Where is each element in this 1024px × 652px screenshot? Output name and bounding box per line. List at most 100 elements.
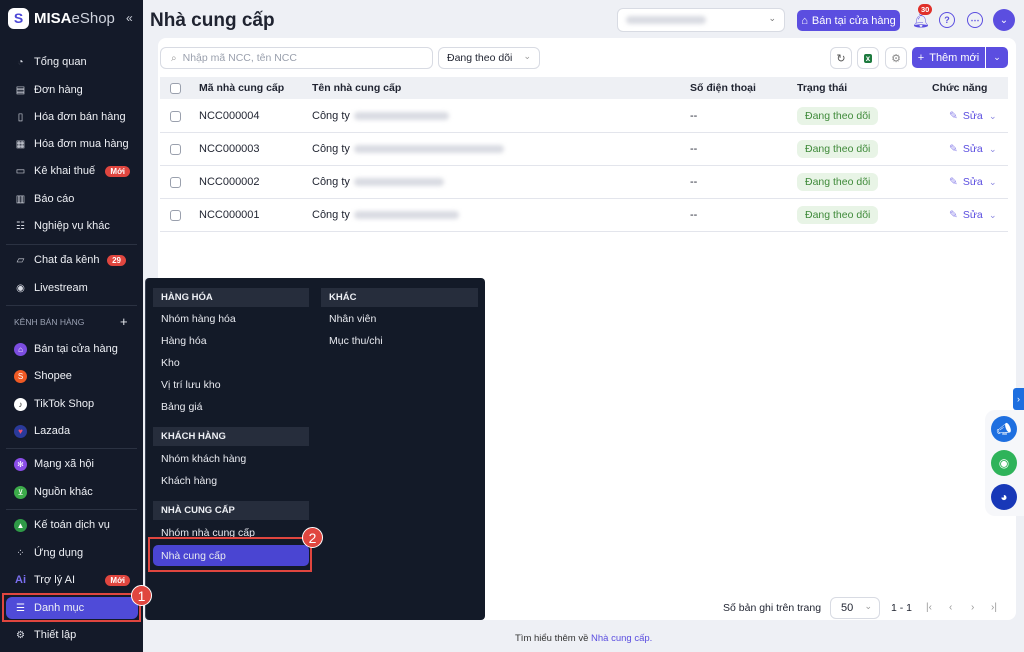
megaphone-icon[interactable]: 📣︎	[991, 416, 1017, 442]
select-all-checkbox[interactable]	[170, 77, 181, 99]
gear-icon: ⚙	[16, 629, 25, 641]
more-icon[interactable]: ⋯	[967, 12, 983, 28]
sidebar-item-lazada[interactable]: ♥ Lazada	[6, 420, 138, 442]
pencil-icon: ✎	[949, 143, 958, 155]
row-actions-dropdown[interactable]: ⌄	[989, 199, 997, 231]
menu-section-goods: HÀNG HÓA	[153, 288, 309, 307]
logo[interactable]: S MISAeShop	[8, 8, 115, 29]
page-range: 1 - 1	[891, 602, 913, 614]
menu-item-employees[interactable]: Nhân viên	[321, 309, 376, 329]
learn-more-link[interactable]: Nhà cung cấp.	[591, 633, 652, 644]
assistant-bot-icon[interactable]: ◕	[991, 484, 1017, 510]
collapse-sidebar-button[interactable]: «	[126, 11, 133, 25]
column-header-phone[interactable]: Số điện thoại	[690, 77, 756, 99]
new-badge: Mới	[105, 574, 130, 586]
ai-icon: Ai	[15, 574, 26, 586]
table-row[interactable]: NCC000002 Công ty -- Đang theo dõi ✎ Sửa …	[160, 166, 1008, 199]
status-filter-select[interactable]: Đang theo dõi ⌄	[438, 47, 540, 69]
account-menu-button[interactable]: ⌄	[993, 9, 1015, 31]
sidebar-item-nghiep-vu-khac[interactable]: ☷ Nghiệp vụ khác	[6, 215, 138, 237]
sidebar-item-tong-quan[interactable]: ◔ Tổng quan	[6, 51, 138, 73]
table-row[interactable]: NCC000003 Công ty -- Đang theo dõi ✎ Sửa …	[160, 133, 1008, 166]
sidebar-item-chat-da-kenh[interactable]: ▱ Chat đa kênh 29	[6, 249, 138, 271]
sidebar-item-don-hang[interactable]: ▤ Đơn hàng	[6, 79, 138, 101]
sidebar-item-ke-toan-dich-vu[interactable]: ▲ Kế toán dịch vụ	[6, 514, 138, 536]
prev-page-icon[interactable]: ‹	[949, 602, 952, 613]
sidebar-item-ke-khai-thue[interactable]: ▭ Kê khai thuế Mới	[6, 160, 138, 182]
chatbot-icon[interactable]: ◉	[991, 450, 1017, 476]
search-input[interactable]: ⌕ Nhập mã NCC, tên NCC	[160, 47, 433, 69]
sidebar-item-nguon-khac[interactable]: ⊻ Nguồn khác	[6, 481, 138, 503]
sell-in-store-button[interactable]: ⌂ Bán tại cửa hàng	[797, 10, 900, 31]
menu-item-customer-group[interactable]: Nhóm khách hàng	[153, 449, 246, 469]
logo-brand: MISA	[34, 10, 72, 27]
sidebar-item-thiet-lap[interactable]: ⚙ Thiết lập	[6, 624, 138, 646]
status-badge: Đang theo dõi	[797, 166, 879, 198]
status-badge: Đang theo dõi	[797, 133, 879, 165]
divider	[6, 448, 137, 449]
menu-item-warehouse[interactable]: Kho	[153, 353, 180, 373]
add-options-dropdown[interactable]: ⌄	[986, 47, 1008, 68]
notification-badge: 30	[918, 4, 933, 15]
table-row[interactable]: NCC000004 Công ty -- Đang theo dõi ✎ Sửa …	[160, 100, 1008, 133]
cart-icon: ⊻	[14, 485, 27, 499]
sidebar: S MISAeShop « ◔ Tổng quan ▤ Đơn hàng ▯ Hóa …	[0, 0, 143, 652]
list-icon: ☷	[16, 220, 25, 232]
menu-item-goods-group[interactable]: Nhóm hàng hóa	[153, 309, 236, 329]
sidebar-item-mang-xa-hoi[interactable]: ✻ Mạng xã hội	[6, 453, 138, 475]
menu-item-goods[interactable]: Hàng hóa	[153, 331, 207, 351]
sidebar-item-tiktok-shop[interactable]: ♪ TikTok Shop	[6, 393, 138, 415]
last-page-icon[interactable]: ›|	[991, 602, 997, 613]
first-page-icon[interactable]: |‹	[926, 602, 932, 613]
expand-panel-button[interactable]: ›	[1013, 388, 1024, 410]
edit-button[interactable]: ✎ Sửa	[949, 133, 983, 165]
row-checkbox[interactable]	[170, 199, 181, 231]
help-icon[interactable]: ?	[939, 12, 955, 28]
edit-button[interactable]: ✎ Sửa	[949, 100, 983, 132]
settings-button[interactable]: ⚙	[885, 47, 907, 69]
sidebar-item-bao-cao[interactable]: ▥ Báo cáo	[6, 188, 138, 210]
divider	[6, 305, 137, 306]
pencil-icon: ✎	[949, 209, 958, 221]
annotation-box-2	[148, 537, 312, 572]
column-header-status[interactable]: Trạng thái	[797, 77, 847, 99]
row-actions-dropdown[interactable]: ⌄	[989, 133, 997, 165]
sidebar-item-hoa-don-mua-hang[interactable]: ▦ Hóa đơn mua hàng	[6, 133, 138, 155]
row-actions-dropdown[interactable]: ⌄	[989, 100, 997, 132]
refresh-button[interactable]: ↻	[830, 47, 852, 69]
edit-button[interactable]: ✎ Sửa	[949, 166, 983, 198]
chat-icon: ▱	[16, 254, 25, 266]
menu-item-storage-location[interactable]: Vị trí lưu kho	[153, 375, 221, 395]
sidebar-item-hoa-don-ban-hang[interactable]: ▯ Hóa đơn bán hàng	[6, 106, 138, 128]
new-badge: Mới	[105, 165, 130, 177]
supplier-name: Công ty	[312, 133, 504, 165]
tiktok-icon: ♪	[14, 397, 27, 411]
divider	[6, 509, 137, 510]
sidebar-item-tro-ly-ai[interactable]: Ai Trợ lý AI Mới	[6, 569, 138, 591]
menu-item-customers[interactable]: Khách hàng	[153, 471, 217, 491]
column-header-code[interactable]: Mã nhà cung cấp	[199, 77, 284, 99]
sidebar-item-ban-tai-cua-hang[interactable]: ⌂ Bán tại cửa hàng	[6, 338, 138, 360]
add-channel-button[interactable]: +	[120, 314, 128, 329]
row-checkbox[interactable]	[170, 166, 181, 198]
invoice-icon: ▯	[17, 111, 24, 123]
table-header	[160, 77, 1008, 99]
column-header-name[interactable]: Tên nhà cung cấp	[312, 77, 401, 99]
sidebar-item-shopee[interactable]: S Shopee	[6, 365, 138, 387]
sidebar-item-ung-dung[interactable]: ⁘ Ứng dụng	[6, 542, 138, 564]
menu-item-income-expense[interactable]: Mục thu/chi	[321, 331, 383, 351]
add-new-button[interactable]: + Thêm mới	[912, 47, 985, 68]
channels-section-label: KÊNH BÁN HÀNG	[14, 317, 85, 327]
store-select[interactable]: ⌄	[617, 8, 785, 32]
edit-button[interactable]: ✎ Sửa	[949, 199, 983, 231]
table-row[interactable]: NCC000001 Công ty -- Đang theo dõi ✎ Sửa …	[160, 199, 1008, 232]
sidebar-item-livestream[interactable]: ◉ Livestream	[6, 277, 138, 299]
row-checkbox[interactable]	[170, 133, 181, 165]
row-actions-dropdown[interactable]: ⌄	[989, 166, 997, 198]
menu-item-price-list[interactable]: Bảng giá	[153, 397, 202, 417]
page-size-select[interactable]: 50 ⌄	[830, 597, 880, 619]
accounting-icon: ▲	[14, 518, 27, 532]
next-page-icon[interactable]: ›	[971, 602, 974, 613]
row-checkbox[interactable]	[170, 100, 181, 132]
export-excel-button[interactable]: x	[857, 47, 879, 69]
